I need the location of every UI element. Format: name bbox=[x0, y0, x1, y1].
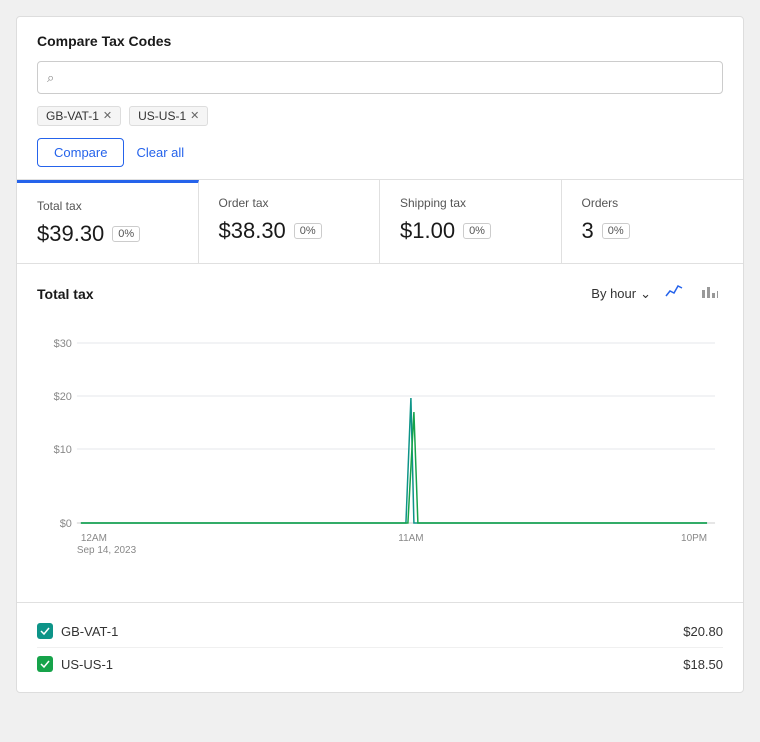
legend-value-gbvat1: $20.80 bbox=[683, 624, 723, 639]
legend-name-gbvat1: GB-VAT-1 bbox=[61, 624, 118, 639]
legend-section: GB-VAT-1 $20.80 US-US-1 $18.50 bbox=[17, 603, 743, 692]
tag-usus1-close[interactable]: ✕ bbox=[190, 111, 199, 122]
chart-controls: By hour ⌄ bbox=[591, 280, 723, 307]
chart-svg: $30 $20 $10 $0 12AM Sep 14, 2023 11AM 10… bbox=[37, 323, 723, 583]
actions-row: Compare Clear all bbox=[37, 138, 723, 167]
tag-usus1-label: US-US-1 bbox=[138, 109, 186, 123]
tag-gbvat1-close[interactable]: ✕ bbox=[103, 111, 112, 122]
metric-shipping-tax-value-row: $1.00 0% bbox=[400, 218, 541, 244]
metric-order-tax-label: Order tax bbox=[219, 196, 360, 210]
by-hour-button[interactable]: By hour ⌄ bbox=[591, 286, 651, 302]
bar-chart-icon-button[interactable] bbox=[697, 280, 723, 307]
tags-row: GB-VAT-1 ✕ US-US-1 ✕ bbox=[37, 106, 723, 126]
legend-item-usus1: US-US-1 $18.50 bbox=[37, 648, 723, 680]
svg-text:$20: $20 bbox=[54, 391, 72, 403]
main-container: Compare Tax Codes ⌕ GB-VAT-1 ✕ US-US-1 ✕… bbox=[16, 16, 744, 693]
compare-section: Compare Tax Codes ⌕ GB-VAT-1 ✕ US-US-1 ✕… bbox=[17, 17, 743, 180]
metrics-row: Total tax $39.30 0% Order tax $38.30 0% … bbox=[17, 180, 743, 264]
search-wrapper: ⌕ bbox=[37, 61, 723, 94]
svg-text:11AM: 11AM bbox=[398, 533, 423, 544]
tag-usus1: US-US-1 ✕ bbox=[129, 106, 208, 126]
legend-checkbox-usus1[interactable] bbox=[37, 656, 53, 672]
metric-total-tax-label: Total tax bbox=[37, 199, 178, 213]
metric-order-tax: Order tax $38.30 0% bbox=[199, 180, 381, 263]
svg-text:Sep 14, 2023: Sep 14, 2023 bbox=[77, 545, 137, 556]
metric-order-tax-badge: 0% bbox=[294, 223, 322, 239]
svg-text:$0: $0 bbox=[60, 518, 72, 530]
clear-all-button[interactable]: Clear all bbox=[136, 145, 184, 160]
chart-container: $30 $20 $10 $0 12AM Sep 14, 2023 11AM 10… bbox=[37, 323, 723, 586]
metric-orders-value-row: 3 0% bbox=[582, 218, 724, 244]
legend-item-gbvat1: GB-VAT-1 $20.80 bbox=[37, 615, 723, 648]
tag-gbvat1: GB-VAT-1 ✕ bbox=[37, 106, 121, 126]
metric-total-tax: Total tax $39.30 0% bbox=[17, 180, 199, 263]
by-hour-label: By hour bbox=[591, 286, 636, 301]
metric-total-tax-value-row: $39.30 0% bbox=[37, 221, 178, 247]
line-chart-icon-button[interactable] bbox=[661, 280, 687, 307]
svg-text:$10: $10 bbox=[54, 444, 72, 456]
chart-header: Total tax By hour ⌄ bbox=[37, 280, 723, 307]
metric-shipping-tax: Shipping tax $1.00 0% bbox=[380, 180, 562, 263]
legend-checkbox-gbvat1[interactable] bbox=[37, 623, 53, 639]
metric-order-tax-value-row: $38.30 0% bbox=[219, 218, 360, 244]
metric-total-tax-badge: 0% bbox=[112, 226, 140, 242]
metric-orders-badge: 0% bbox=[602, 223, 630, 239]
metric-shipping-tax-badge: 0% bbox=[463, 223, 491, 239]
svg-text:10PM: 10PM bbox=[681, 533, 707, 544]
legend-left-gbvat1: GB-VAT-1 bbox=[37, 623, 118, 639]
svg-text:$30: $30 bbox=[54, 338, 72, 350]
metric-order-tax-value: $38.30 bbox=[219, 218, 286, 244]
legend-value-usus1: $18.50 bbox=[683, 657, 723, 672]
search-icon: ⌕ bbox=[47, 70, 54, 86]
chart-title: Total tax bbox=[37, 286, 94, 302]
compare-title: Compare Tax Codes bbox=[37, 33, 723, 49]
compare-button[interactable]: Compare bbox=[37, 138, 124, 167]
metric-orders-value: 3 bbox=[582, 218, 594, 244]
metric-orders-label: Orders bbox=[582, 196, 724, 210]
chart-section: Total tax By hour ⌄ bbox=[17, 264, 743, 603]
metric-shipping-tax-value: $1.00 bbox=[400, 218, 455, 244]
metric-shipping-tax-label: Shipping tax bbox=[400, 196, 541, 210]
legend-left-usus1: US-US-1 bbox=[37, 656, 113, 672]
legend-name-usus1: US-US-1 bbox=[61, 657, 113, 672]
metric-total-tax-value: $39.30 bbox=[37, 221, 104, 247]
chevron-down-icon: ⌄ bbox=[640, 286, 651, 302]
search-input[interactable] bbox=[37, 61, 723, 94]
tag-gbvat1-label: GB-VAT-1 bbox=[46, 109, 99, 123]
metric-orders: Orders 3 0% bbox=[562, 180, 744, 263]
svg-text:12AM: 12AM bbox=[81, 533, 107, 544]
